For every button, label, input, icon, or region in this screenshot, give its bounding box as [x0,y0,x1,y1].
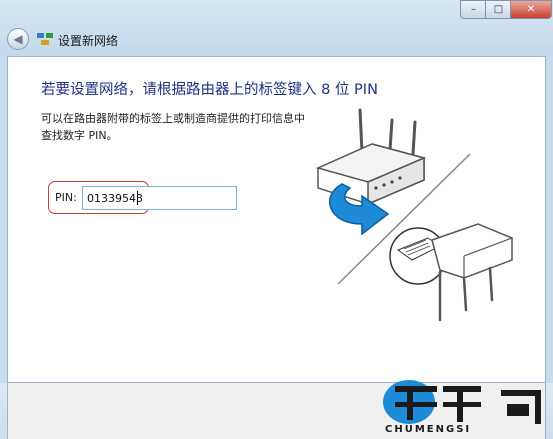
window-title: 设置新网络 [58,34,119,48]
router-illustration [315,108,513,322]
watermark-text: CHUMENGSI [385,424,472,435]
back-button[interactable]: ◀ [7,28,29,50]
pin-label: PIN: [55,191,77,204]
pin-input[interactable] [82,186,237,210]
page-heading: 若要设置网络，请根据路由器上的标签键入 8 位 PIN [41,82,378,98]
maximize-button[interactable]: □ [485,0,511,19]
text-caret [137,191,138,205]
maximize-icon: □ [493,4,504,15]
instruction-text: 可以在路由器附带的标签上或制造商提供的打印信息中查找数字 PIN。 [41,112,305,142]
minimize-icon: – [471,4,476,15]
minimize-button[interactable]: – [460,0,486,19]
back-arrow-icon: ◀ [13,32,23,46]
network-icon [37,33,53,45]
close-button[interactable]: ✕ [510,0,552,19]
close-icon: ✕ [526,4,536,15]
